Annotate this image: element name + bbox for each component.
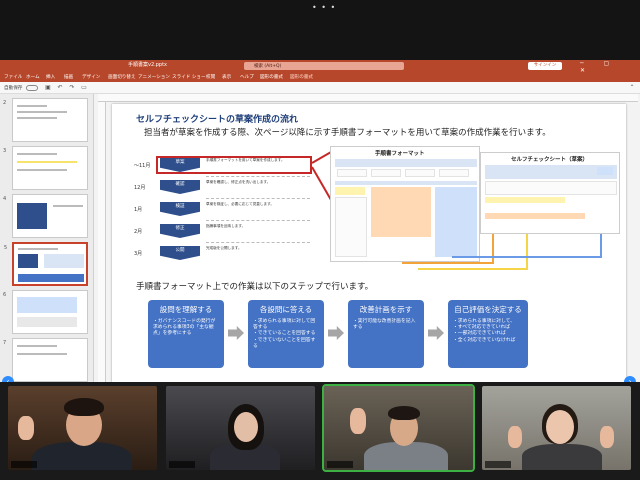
slide-thumbnail[interactable]: 2 [3,98,88,142]
timeline-text: 草案を検証し、必要に応じて見直します。 [206,202,274,206]
timeline-stage: 修正 [160,224,200,238]
tab-design[interactable]: デザイン [82,74,100,80]
timeline-month: 3月 [134,251,143,257]
tab-shape-format[interactable]: 図形の書式 [260,74,283,80]
redo-icon[interactable]: ↷ [68,84,76,92]
slide-thumbnail[interactable]: 6 [3,290,88,334]
slide-thumbnail[interactable]: 7 [3,338,88,382]
slide-title: セルフチェックシートの草案作成の流れ [136,115,299,125]
tab-insert[interactable]: 挿入 [46,74,55,80]
arrow-right-icon [228,326,244,340]
search-placeholder: 検索 (Alt+Q) [254,64,282,69]
tab-view[interactable]: 表示 [222,74,231,80]
timeline-stage: 検証 [160,202,200,216]
slide-number: 6 [3,292,7,298]
timeline-text: 草案を確認し、修正点を洗い出します。 [206,180,271,184]
participant-video[interactable] [8,386,157,470]
save-icon[interactable]: ▣ [44,84,52,92]
step-item: ・求められる事項に対して回答する [253,319,316,331]
selfcheck-preview-title: セルフチェックシート（草案） [511,157,589,163]
search-box[interactable]: 検索 (Alt+Q) [244,62,404,70]
file-name: 手順書案v2.pptx [128,62,167,68]
participant-name-tag [169,461,195,468]
participant-video[interactable] [166,386,315,470]
timeline-stage: 公開 [160,246,200,260]
quick-access-toolbar: 自動保存 ▣ ↶ ↷ ▭ ⌃ [0,82,640,94]
step-title: 設問を理解する [159,305,213,314]
powerpoint-window: 手順書案v2.pptx 検索 (Alt+Q) サインイン ─ ▢ ✕ ファイル … [0,60,640,382]
step-item: ・できていないことを回答する [253,337,316,349]
tab-transitions[interactable]: 画面切り替え [108,74,136,80]
zoom-more-dots[interactable]: • • • [312,3,336,12]
step-card: 設問を理解する ・ガバナンスコードの発行が求められる事項3の「主な観点」を参考に… [148,300,224,368]
video-gallery [0,382,640,480]
callout-line [311,151,332,164]
title-bar: 手順書案v2.pptx 検索 (Alt+Q) サインイン ─ ▢ ✕ [0,60,640,74]
slide-canvas[interactable]: セルフチェックシートの草案作成の流れ 担当者が草案を作成する際、次ページ以降に示… [112,104,626,382]
arrow-right-icon [428,326,444,340]
participant-name-tag [327,461,353,468]
divider [206,242,310,243]
step-title: 自己評価を決定する [454,305,522,314]
highlight-frame [156,156,312,174]
participant-video-active[interactable] [322,384,475,472]
participant-name-tag [11,461,37,468]
step-item: ・ガバナンスコードの発行が求められる事項3の「主な観点」を参考にする [153,319,216,337]
slide-thumbnail[interactable]: 4 [3,194,88,238]
step-item: ・できていることを回答する [253,331,316,337]
tab-animations[interactable]: アニメーション [138,74,170,80]
timeline-text: 完成版を公開します。 [206,246,242,250]
tab-shape-format-2[interactable]: 図形の書式 [290,74,313,80]
autosave-toggle[interactable] [26,85,38,91]
tab-draw[interactable]: 描画 [64,74,73,80]
step-card: 自己評価を決定する ・求められる事項に対して、 ・すべて対応できていれば ・一部… [448,300,528,368]
divider [206,220,310,221]
tab-home[interactable]: ホーム [26,74,40,80]
step-item: ・実行可能な改善計画を記入する [353,319,416,331]
horizontal-ruler [98,94,638,102]
slide-number: 4 [3,196,7,202]
timeline-month: 1月 [134,207,143,213]
section-heading: 手順書フォーマット上での作業は以下のステップで行います。 [136,282,374,292]
present-icon[interactable]: ▭ [80,84,88,92]
participant-video[interactable] [482,386,631,470]
slide-number: 2 [3,100,7,106]
timeline-text: 指摘事項を反映します。 [206,224,246,228]
screen: • • • 手順書案v2.pptx 検索 (Alt+Q) サインイン ─ ▢ ✕… [0,0,640,480]
step-card: 改善計画を示す ・実行可能な改善計画を記入する [348,300,424,368]
step-title: 改善計画を示す [359,305,413,314]
tab-review[interactable]: 校閲 [206,74,215,80]
timeline-month: 12月 [134,185,146,191]
step-card: 各設問に答える ・求められる事項に対して回答する ・できていることを回答する ・… [248,300,324,368]
slide-number: 7 [3,340,7,346]
slide-subtitle: 担当者が草案を作成する際、次ページ以降に示す手順書フォーマットを用いて草案の作成… [144,128,551,138]
slide-thumbnails-pane: 2 3 4 5 6 7 [0,94,94,382]
step-item: ・全く対応できていなければ [453,337,516,343]
timeline-month: 2月 [134,229,143,235]
slide-number: 3 [3,148,7,154]
divider [206,176,310,177]
divider [206,198,310,199]
arrow-right-icon [328,326,344,340]
slide-thumbnail-selected[interactable]: 5 [4,242,88,286]
vertical-ruler [98,102,106,382]
participant-name-tag [485,461,511,468]
timeline-stage: 確認 [160,180,200,194]
step-title: 各設問に答える [259,305,313,314]
timeline-month: ～11月 [134,163,151,169]
slide-thumbnail[interactable]: 3 [3,146,88,190]
undo-icon[interactable]: ↶ [56,84,64,92]
autosave-label: 自動保存 [4,86,23,91]
collapse-ribbon-icon[interactable]: ⌃ [628,84,636,92]
slide-number: 5 [4,245,8,251]
format-header [335,159,477,167]
signin-button[interactable]: サインイン [528,62,562,70]
format-preview-title: 手順書フォーマット [375,151,425,157]
tab-file[interactable]: ファイル [4,74,22,80]
tab-slideshow[interactable]: スライド ショー [172,74,206,80]
ribbon-tabs: ファイル ホーム 挿入 描画 デザイン 画面切り替え アニメーション スライド … [0,72,640,82]
tab-help[interactable]: ヘルプ [240,74,254,80]
selfcheck-preview: セルフチェックシート（草案） [480,152,620,234]
